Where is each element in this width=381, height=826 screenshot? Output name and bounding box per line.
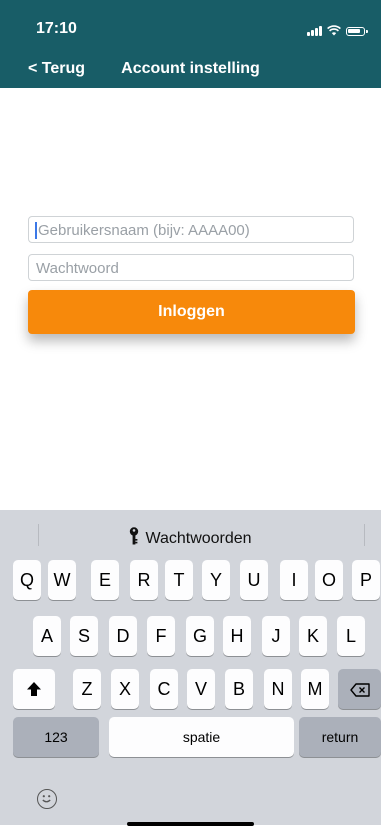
suggestion-label: Wachtwoorden xyxy=(145,530,252,547)
key-s[interactable]: S xyxy=(70,616,98,656)
key-a[interactable]: A xyxy=(33,616,61,656)
wifi-icon xyxy=(327,25,341,36)
key-b[interactable]: B xyxy=(225,669,253,709)
key-l[interactable]: L xyxy=(337,616,365,656)
status-time: 17:10 xyxy=(36,20,77,37)
key-o[interactable]: O xyxy=(315,560,343,600)
key-n[interactable]: N xyxy=(264,669,292,709)
shift-key[interactable] xyxy=(13,669,55,709)
emoji-smiley-icon[interactable] xyxy=(37,789,57,809)
key-c[interactable]: C xyxy=(150,669,178,709)
key-e[interactable]: E xyxy=(91,560,119,600)
key-j[interactable]: J xyxy=(262,616,290,656)
key-g[interactable]: G xyxy=(186,616,214,656)
status-icons xyxy=(307,24,368,36)
page-title: Account instelling xyxy=(121,60,260,77)
key-f[interactable]: F xyxy=(147,616,175,656)
key-t[interactable]: T xyxy=(165,560,193,600)
keyboard: Wachtwoorden Q W E R T Y U I O P A S D F… xyxy=(0,510,381,826)
delete-key[interactable] xyxy=(338,669,381,709)
top-bar: 17:10 < Terug Account instelling xyxy=(0,0,381,88)
key-y[interactable]: Y xyxy=(202,560,230,600)
key-z[interactable]: Z xyxy=(73,669,101,709)
key-x[interactable]: X xyxy=(111,669,139,709)
suggestion-divider-right xyxy=(364,524,365,546)
key-m[interactable]: M xyxy=(301,669,329,709)
shift-arrow-up-icon xyxy=(27,682,41,696)
return-key[interactable]: return xyxy=(299,717,381,757)
username-placeholder: Gebruikersnaam (bijv: AAAA00) xyxy=(38,222,250,239)
backspace-icon xyxy=(349,683,370,697)
passwords-suggestion[interactable]: Wachtwoorden xyxy=(0,527,381,548)
key-u[interactable]: U xyxy=(240,560,268,600)
password-placeholder: Wachtwoord xyxy=(36,260,119,277)
password-input[interactable]: Wachtwoord xyxy=(28,254,354,281)
numbers-key[interactable]: 123 xyxy=(13,717,99,757)
suggestion-bar: Wachtwoorden xyxy=(0,510,381,560)
text-cursor xyxy=(35,222,37,239)
login-button[interactable]: Inloggen xyxy=(28,290,355,334)
key-w[interactable]: W xyxy=(48,560,76,600)
space-key[interactable]: spatie xyxy=(109,717,294,757)
key-q[interactable]: Q xyxy=(13,560,41,600)
key-r[interactable]: R xyxy=(130,560,158,600)
key-d[interactable]: D xyxy=(109,616,137,656)
key-h[interactable]: H xyxy=(223,616,251,656)
key-k[interactable]: K xyxy=(299,616,327,656)
key-icon xyxy=(130,527,139,545)
username-input[interactable]: Gebruikersnaam (bijv: AAAA00) xyxy=(28,216,354,243)
home-indicator xyxy=(127,822,254,826)
key-p[interactable]: P xyxy=(352,560,380,600)
key-i[interactable]: I xyxy=(280,560,308,600)
battery-icon xyxy=(346,27,368,36)
signal-icon xyxy=(307,25,322,36)
key-v[interactable]: V xyxy=(187,669,215,709)
